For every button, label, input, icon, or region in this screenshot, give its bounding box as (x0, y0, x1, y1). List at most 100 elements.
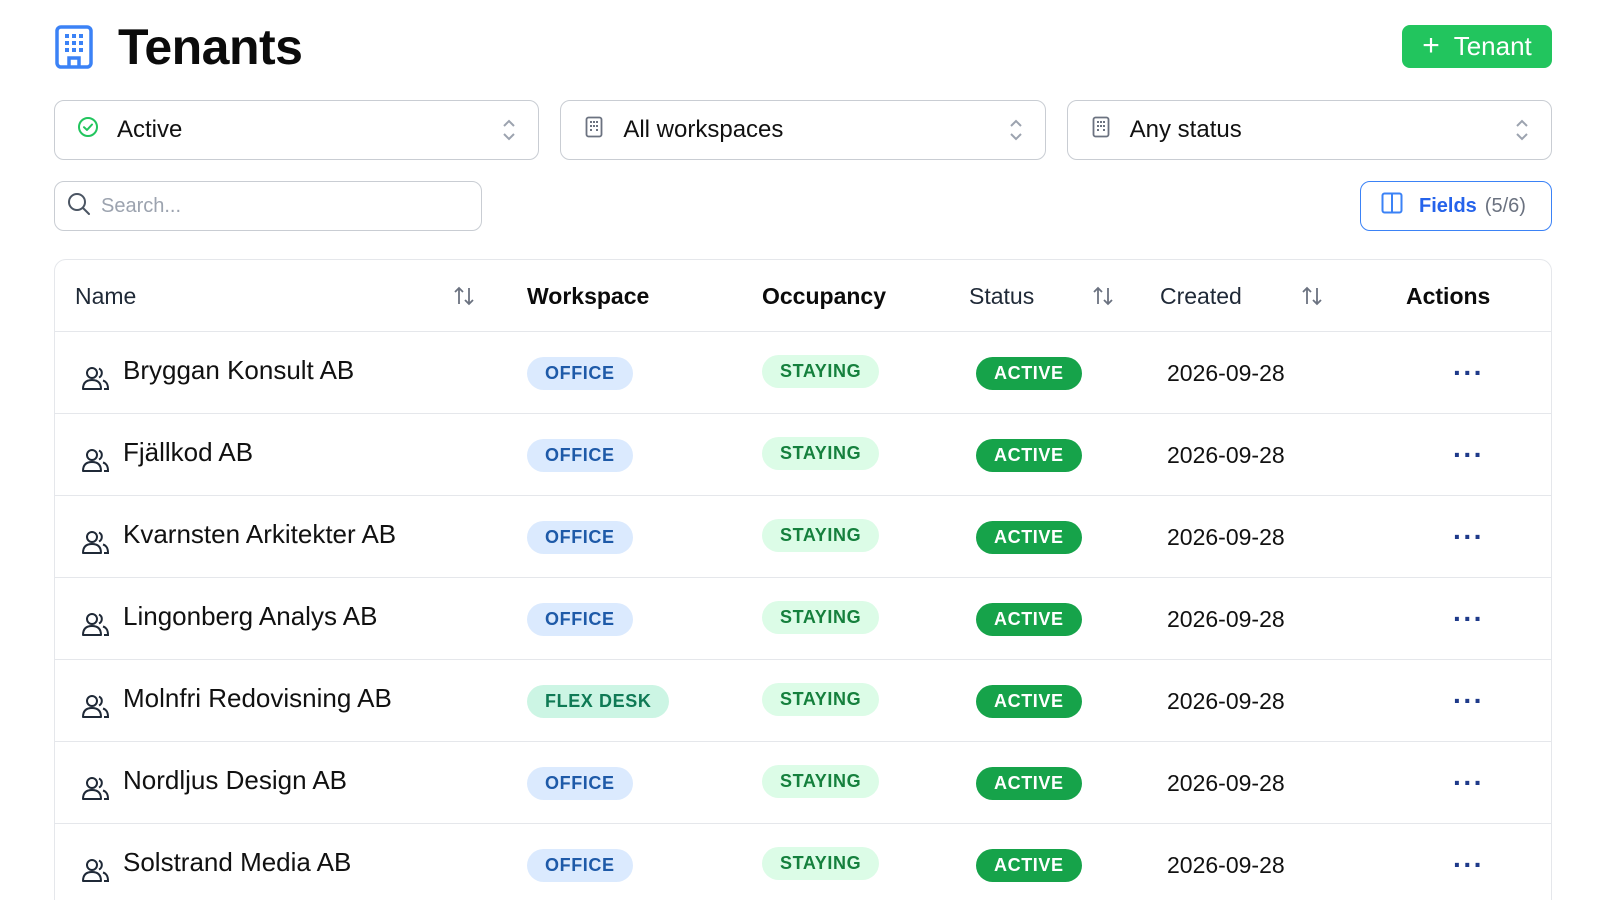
users-icon (82, 367, 110, 390)
building-icon (583, 115, 605, 139)
status-badge: ACTIVE (976, 684, 1082, 718)
users-icon (82, 859, 110, 882)
occupancy-badge: STAYING (762, 436, 880, 470)
status-badge: ACTIVE (976, 848, 1082, 882)
tenant-name[interactable]: Bryggan Konsult AB (123, 355, 354, 386)
users-icon (82, 613, 110, 636)
occupancy-cell: STAYING (762, 576, 880, 658)
tenant-name[interactable]: Fjällkod AB (123, 437, 253, 468)
users-icon (82, 531, 110, 554)
table-row[interactable]: Kvarnsten Arkitekter AB OFFICE STAYING A… (55, 496, 1551, 578)
workspace-badge: OFFICE (527, 356, 633, 390)
created-date: 2026-09-28 (1167, 359, 1285, 386)
column-header-occupancy: Occupancy (762, 282, 886, 309)
plus-icon: + (1422, 28, 1440, 62)
created-date: 2026-09-28 (1167, 441, 1285, 468)
row-actions-button[interactable]: ··· (1453, 824, 1484, 900)
row-actions-button[interactable]: ··· (1453, 496, 1484, 578)
created-date: 2026-09-28 (1167, 687, 1285, 714)
row-actions-button[interactable]: ··· (1453, 660, 1484, 742)
status-cell: ACTIVE (976, 824, 1082, 900)
fields-button[interactable]: Fields (5/6) (1360, 181, 1552, 231)
column-header-status: Status (969, 282, 1035, 309)
table-body: Bryggan Konsult AB OFFICE STAYING ACTIVE… (55, 332, 1551, 900)
sort-icon[interactable] (1092, 284, 1114, 308)
workspace-badge: FLEX DESK (527, 684, 670, 718)
tenant-name[interactable]: Nordljus Design AB (123, 765, 347, 796)
status-cell: ACTIVE (976, 578, 1082, 660)
table-row[interactable]: Bryggan Konsult AB OFFICE STAYING ACTIVE… (55, 332, 1551, 414)
tenant-name-cell: Nordljus Design AB (81, 742, 347, 824)
table-header: Name Workspace Occupancy Status Created … (55, 260, 1551, 332)
tenant-name[interactable]: Solstrand Media AB (123, 847, 351, 878)
tenant-name[interactable]: Molnfri Redovisning AB (123, 683, 392, 714)
workspace-cell: OFFICE (527, 824, 633, 900)
status-badge: ACTIVE (976, 766, 1082, 800)
row-actions-button[interactable]: ··· (1453, 578, 1484, 660)
status-cell: ACTIVE (976, 660, 1082, 742)
status-filter-select[interactable]: Any status (1066, 100, 1552, 160)
building-icon (54, 24, 94, 70)
column-header-workspace: Workspace (527, 282, 650, 309)
tenant-name-cell: Lingonberg Analys AB (81, 578, 377, 660)
created-date: 2026-09-28 (1167, 769, 1285, 796)
building-icon (1090, 115, 1112, 139)
add-tenant-button[interactable]: + Tenant (1402, 25, 1552, 68)
sort-icon[interactable] (453, 284, 475, 308)
occupancy-cell: STAYING (762, 822, 880, 900)
workspace-badge: OFFICE (527, 766, 633, 800)
occupancy-badge: STAYING (762, 600, 880, 634)
tenant-name[interactable]: Kvarnsten Arkitekter AB (123, 519, 396, 550)
occupancy-badge: STAYING (762, 764, 880, 798)
workspace-badge: OFFICE (527, 602, 633, 636)
tenant-name-cell: Molnfri Redovisning AB (81, 660, 392, 742)
users-icon (82, 777, 110, 800)
column-header-actions: Actions (1406, 282, 1491, 309)
workspace-filter-value: All workspaces (623, 116, 784, 143)
table-row[interactable]: Molnfri Redovisning AB FLEX DESK STAYING… (55, 660, 1551, 742)
column-header-created: Created (1160, 282, 1242, 309)
tenant-name[interactable]: Lingonberg Analys AB (123, 601, 377, 632)
page-title: Tenants (118, 19, 303, 75)
tenant-name-cell: Kvarnsten Arkitekter AB (81, 496, 396, 578)
table-row[interactable]: Nordljus Design AB OFFICE STAYING ACTIVE… (55, 742, 1551, 824)
users-icon (82, 695, 110, 718)
row-actions-button[interactable]: ··· (1453, 414, 1484, 496)
status-badge: ACTIVE (976, 520, 1082, 554)
occupancy-cell: STAYING (762, 658, 880, 740)
chevron-up-down-icon (1009, 119, 1022, 141)
workspace-cell: OFFICE (527, 496, 633, 578)
workspace-cell: OFFICE (527, 578, 633, 660)
workspace-badge: OFFICE (527, 438, 633, 472)
workspace-badge: OFFICE (527, 848, 633, 882)
add-tenant-label: Tenant (1453, 31, 1532, 61)
occupancy-cell: STAYING (762, 412, 880, 494)
status-cell: ACTIVE (976, 332, 1082, 414)
status-badge: ACTIVE (976, 356, 1082, 390)
tenants-table: Name Workspace Occupancy Status Created … (54, 259, 1552, 900)
column-header-name: Name (75, 282, 137, 309)
occupancy-badge: STAYING (762, 682, 880, 716)
status-badge: ACTIVE (976, 438, 1082, 472)
table-row[interactable]: Fjällkod AB OFFICE STAYING ACTIVE 2026-0… (55, 414, 1551, 496)
table-row[interactable]: Solstrand Media AB OFFICE STAYING ACTIVE… (55, 824, 1551, 900)
fields-count: (5/6) (1484, 194, 1526, 217)
occupancy-badge: STAYING (762, 518, 880, 552)
active-filter-select[interactable]: Active (54, 100, 540, 160)
occupancy-cell: STAYING (762, 330, 880, 412)
sort-icon[interactable] (1301, 284, 1323, 308)
row-actions-button[interactable]: ··· (1453, 742, 1484, 824)
created-date: 2026-09-28 (1167, 523, 1285, 550)
status-cell: ACTIVE (976, 414, 1082, 496)
chevron-up-down-icon (503, 119, 516, 141)
workspace-filter-select[interactable]: All workspaces (560, 100, 1046, 160)
table-row[interactable]: Lingonberg Analys AB OFFICE STAYING ACTI… (55, 578, 1551, 660)
search-input[interactable] (101, 194, 469, 218)
status-filter-value: Any status (1129, 116, 1242, 143)
workspace-cell: OFFICE (527, 332, 633, 414)
tenant-name-cell: Fjällkod AB (81, 414, 253, 496)
search-box (54, 181, 482, 231)
columns-icon (1381, 192, 1403, 220)
workspace-cell: OFFICE (527, 742, 633, 824)
row-actions-button[interactable]: ··· (1453, 332, 1484, 414)
